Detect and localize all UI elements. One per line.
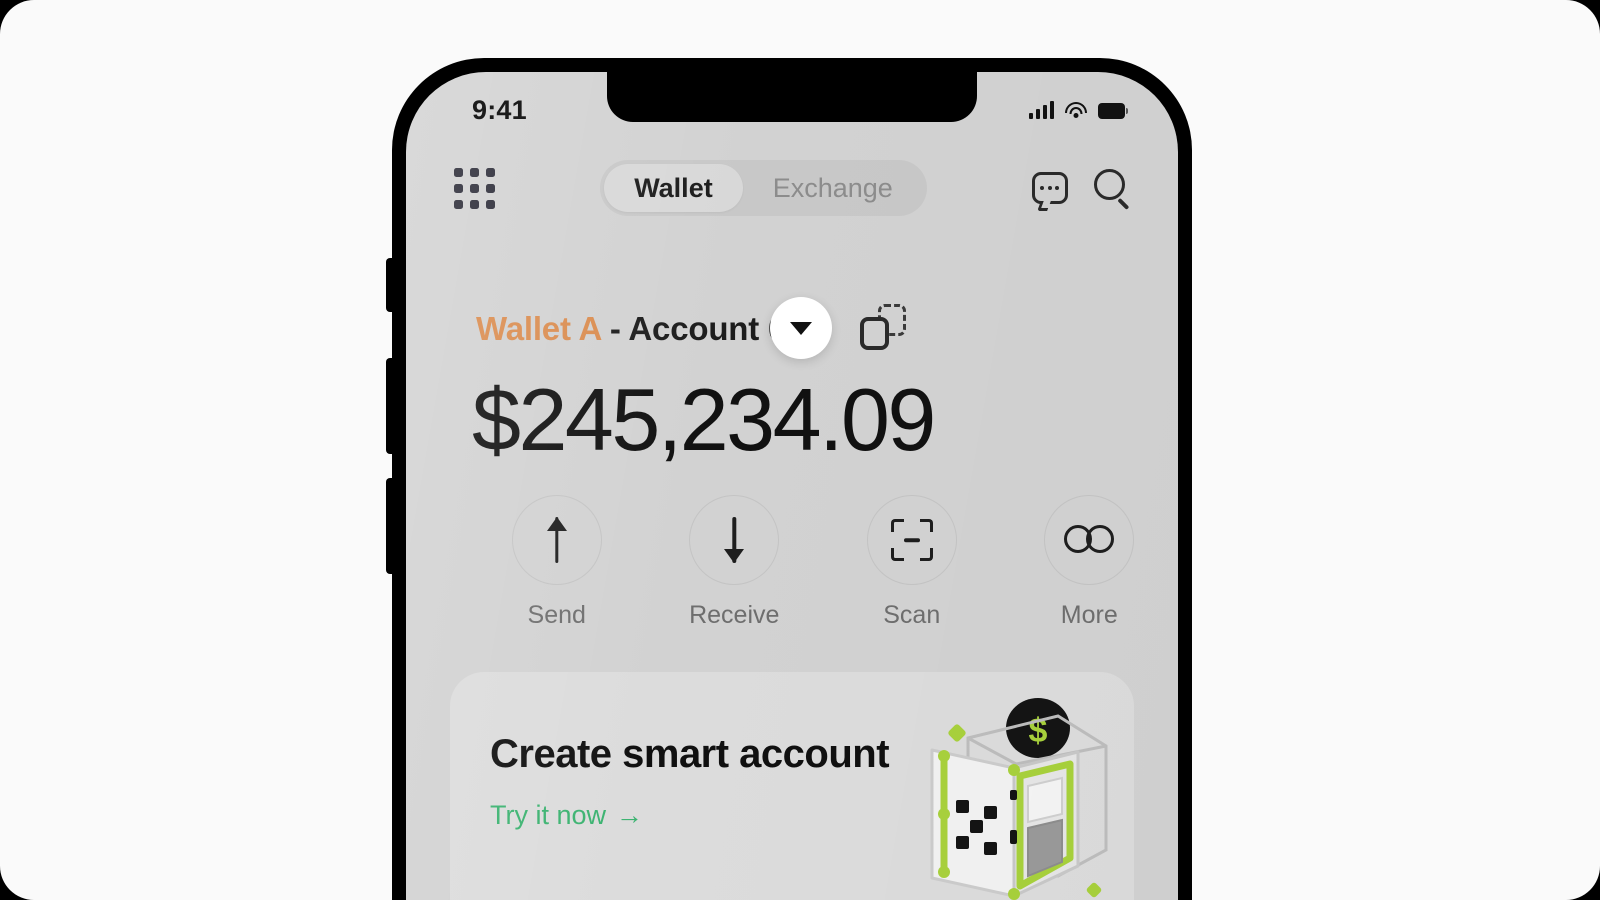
arrow-up-icon (544, 517, 570, 564)
chevron-down-icon[interactable] (770, 297, 832, 359)
send-button-circle[interactable] (511, 495, 602, 586)
action-send[interactable]: Send (468, 495, 646, 630)
promo-title: Create smart account (490, 732, 890, 777)
cellular-signal-icon (1029, 101, 1054, 119)
smart-account-vault-illustration: $ (930, 698, 1108, 900)
navbar-right-actions (1031, 169, 1132, 211)
tab-exchange[interactable]: Exchange (743, 164, 923, 212)
receive-button-circle[interactable] (689, 495, 780, 586)
svg-text:$: $ (1029, 712, 1048, 750)
wallet-exchange-segmented-control[interactable]: Wallet Exchange (600, 160, 927, 216)
app-content: Wallet Exchange Wallet A - Account 01 $2… (406, 138, 1178, 900)
action-receive[interactable]: Receive (646, 495, 824, 630)
action-scan[interactable]: Scan (823, 495, 1001, 630)
account-selector-row[interactable]: Wallet A - Account 01 (476, 297, 1178, 360)
app-navbar: Wallet Exchange (406, 138, 1178, 238)
status-bar: 9:41 (406, 72, 1178, 138)
search-icon[interactable] (1093, 169, 1132, 211)
phone-screen: 9:41 Wallet Exchange Wallet A - Account … (406, 72, 1178, 900)
action-receive-label: Receive (689, 601, 780, 630)
promo-link-label: Try it now (490, 800, 607, 831)
wifi-icon (1065, 102, 1087, 119)
copy-icon[interactable] (860, 304, 906, 350)
create-smart-account-card[interactable]: Create smart account Try it now → $ (450, 672, 1134, 900)
account-label: Wallet A - Account 01 (476, 310, 804, 348)
arrow-right-icon: → (616, 800, 644, 831)
arrow-down-icon (721, 517, 747, 564)
battery-icon (1098, 103, 1128, 119)
infinity-icon (1064, 525, 1115, 555)
chat-bubble-icon[interactable] (1031, 172, 1068, 211)
tab-wallet[interactable]: Wallet (604, 164, 743, 212)
scan-button-circle[interactable] (866, 495, 957, 586)
silent-switch-button[interactable] (386, 258, 394, 312)
action-scan-label: Scan (883, 601, 941, 630)
page-surface: 9:41 Wallet Exchange Wallet A - Account … (0, 0, 1600, 900)
grid-apps-icon[interactable] (454, 167, 495, 209)
scan-frame-icon (890, 519, 933, 562)
action-more-label: More (1060, 601, 1118, 630)
status-clock: 9:41 (472, 94, 527, 125)
status-icon-group (1029, 101, 1128, 119)
promo-link[interactable]: Try it now → (490, 800, 643, 831)
wallet-name-text: Wallet A (476, 310, 601, 347)
account-separator: - (600, 310, 629, 347)
volume-down-button[interactable] (386, 478, 394, 574)
action-send-label: Send (527, 601, 586, 630)
volume-up-button[interactable] (386, 358, 394, 454)
balance-amount: $245,234.09 (472, 370, 936, 469)
more-button-circle[interactable] (1044, 495, 1135, 586)
phone-device: 9:41 Wallet Exchange Wallet A - Account … (386, 58, 1192, 900)
quick-actions-row: Send Receive Scan More (468, 495, 1178, 630)
action-more[interactable]: More (1001, 495, 1179, 630)
